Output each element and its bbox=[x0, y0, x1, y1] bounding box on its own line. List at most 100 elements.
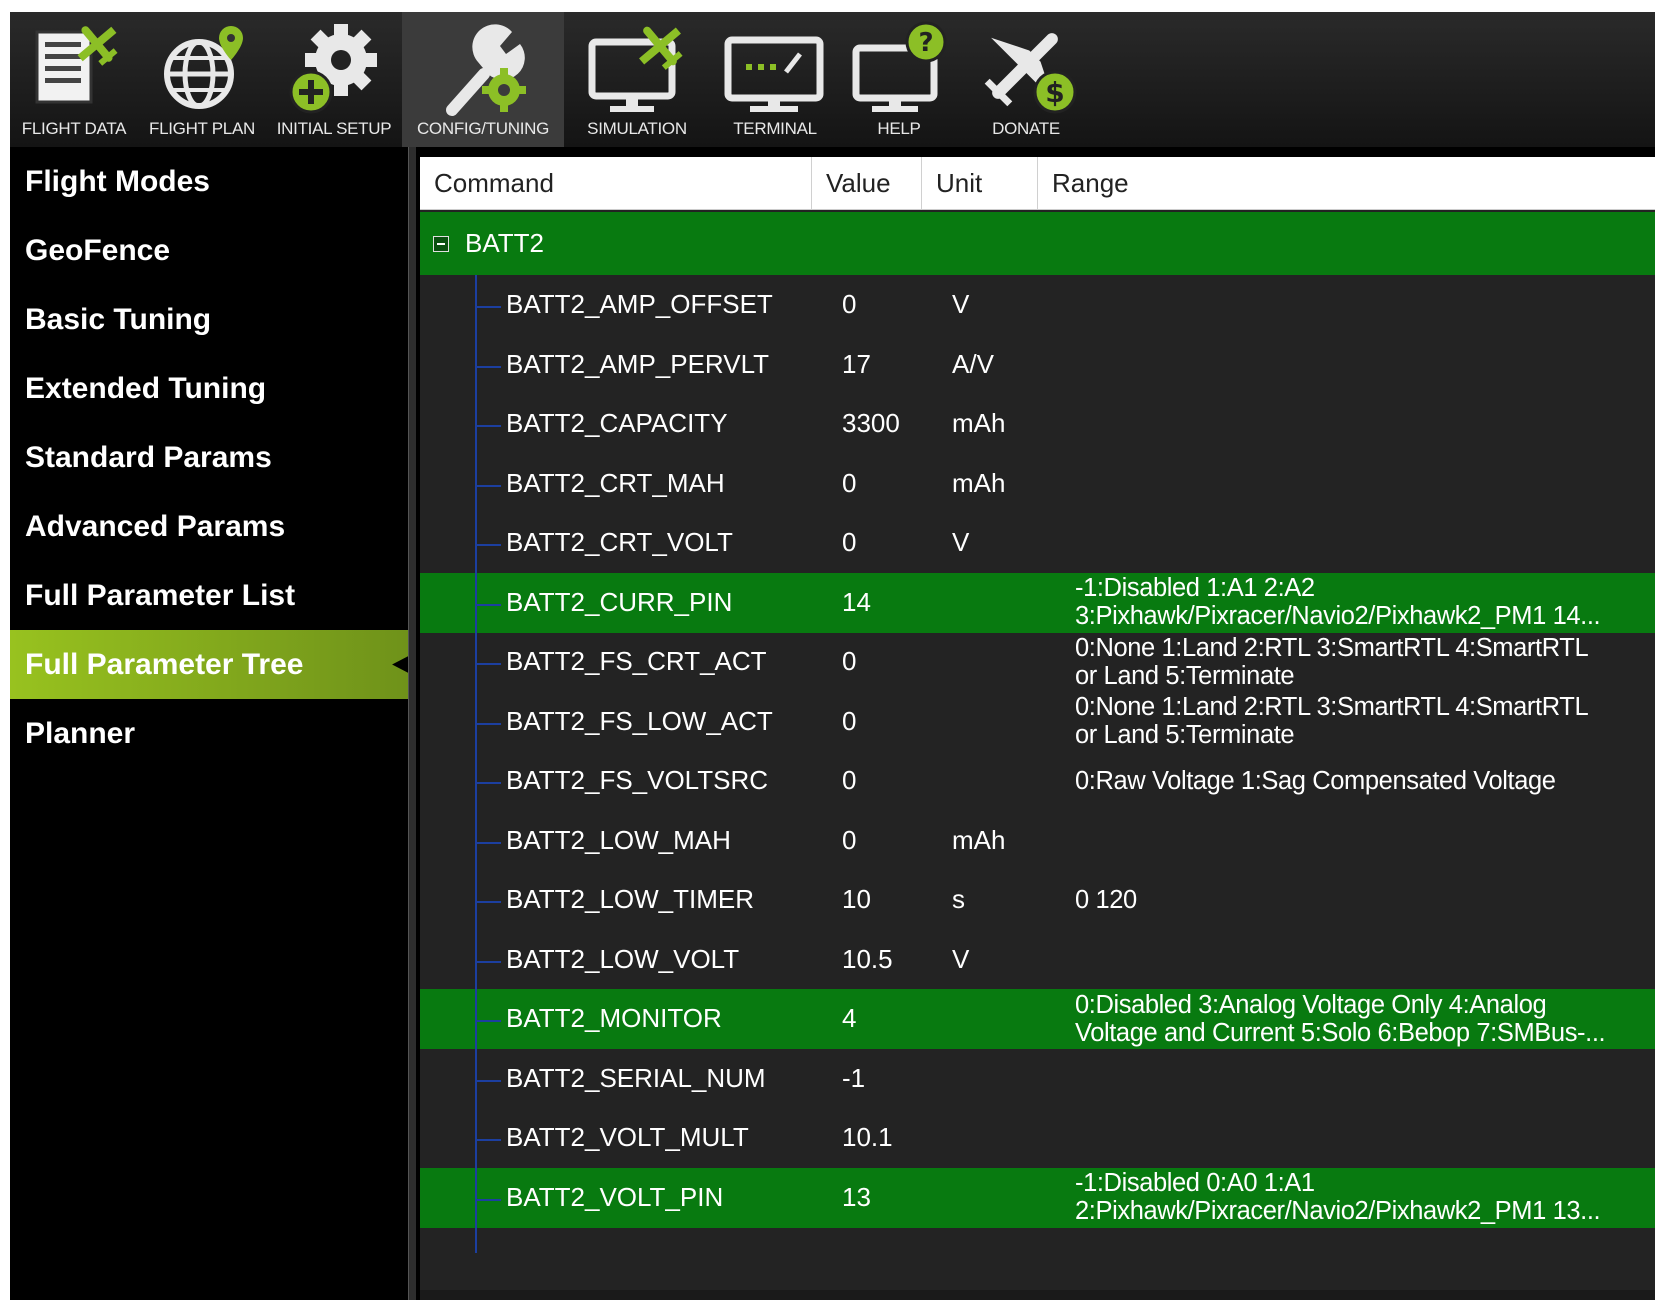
help-icon: ? bbox=[840, 18, 958, 122]
flight-plan-icon bbox=[138, 18, 266, 122]
panel-splitter[interactable] bbox=[408, 147, 416, 1300]
toolbar-simulation[interactable]: SIMULATION bbox=[564, 12, 710, 147]
parameter-row[interactable]: BATT2_SERIAL_NUM -1 bbox=[420, 1049, 1655, 1109]
tree-branch-line bbox=[475, 365, 501, 368]
toolbar-config-tuning[interactable]: CONFIG/TUNING bbox=[402, 12, 564, 147]
parameter-row[interactable]: BATT2_FS_LOW_ACT 0 0:None 1:Land 2:RTL 3:S… bbox=[420, 692, 1655, 752]
param-range bbox=[1075, 335, 1650, 395]
tree-group-row[interactable]: BATT2 bbox=[420, 212, 1655, 275]
param-name: BATT2_AMP_OFFSET bbox=[506, 289, 773, 319]
parameter-row[interactable]: BATT2_FS_CRT_ACT 0 0:None 1:Land 2:RTL 3:S… bbox=[420, 632, 1655, 692]
param-value[interactable]: 10 bbox=[842, 870, 942, 930]
parameter-row[interactable]: BATT2_CRT_VOLT 0 V bbox=[420, 513, 1655, 573]
sidebar-item-advanced-params[interactable]: Advanced Params bbox=[10, 492, 408, 561]
tree-branch-line bbox=[475, 306, 501, 308]
parameter-row[interactable]: BATT2_LOW_MAH 0 mAh bbox=[420, 811, 1655, 871]
toolbar-help[interactable]: ? HELP bbox=[840, 12, 958, 147]
parameter-row[interactable]: BATT2_CRT_MAH 0 mAh bbox=[420, 454, 1655, 514]
param-value[interactable]: 0 bbox=[842, 811, 942, 871]
param-unit: V bbox=[952, 289, 970, 319]
param-unit: V bbox=[952, 527, 970, 557]
toolbar-flight-data[interactable]: FLIGHT DATA bbox=[10, 12, 138, 147]
toolbar-terminal[interactable]: TERMINAL bbox=[710, 12, 840, 147]
tree-branch-line bbox=[475, 1079, 501, 1082]
range-text: 0:None 1:Land 2:RTL 3:SmartRTL 4:SmartRT… bbox=[1075, 633, 1589, 690]
param-range: -1:Disabled 1:A1 2:A2 3:Pixhawk/Pixracer… bbox=[1075, 573, 1650, 633]
param-value[interactable]: 4 bbox=[842, 989, 942, 1049]
sidebar-item-standard-params[interactable]: Standard Params bbox=[10, 423, 408, 492]
param-value[interactable]: 0 bbox=[842, 692, 942, 752]
toolbar-label: FLIGHT DATA bbox=[21, 119, 127, 138]
column-header-value[interactable]: Value bbox=[812, 157, 922, 209]
parameter-row[interactable]: BATT2_AMP_OFFSET 0 V bbox=[420, 275, 1655, 335]
param-value[interactable]: 10.1 bbox=[842, 1108, 942, 1168]
sidebar-item-extended-tuning[interactable]: Extended Tuning bbox=[10, 354, 408, 423]
column-header-command[interactable]: Command bbox=[420, 157, 812, 209]
param-value[interactable]: 0 bbox=[842, 751, 942, 811]
param-value[interactable]: -1 bbox=[842, 1049, 942, 1109]
sidebar-item-basic-tuning[interactable]: Basic Tuning bbox=[10, 285, 408, 354]
parameter-tree-grid: Command Value Unit Range BATT2 BATT2_AMP… bbox=[420, 157, 1655, 1300]
parameter-row[interactable]: BATT2_CAPACITY 3300 mAh bbox=[420, 394, 1655, 454]
simulation-icon bbox=[564, 18, 710, 122]
terminal-icon bbox=[710, 18, 840, 122]
sidebar-item-geofence[interactable]: GeoFence bbox=[10, 216, 408, 285]
sidebar-item-full-parameter-tree[interactable]: Full Parameter Tree bbox=[10, 630, 408, 699]
tree-branch-line bbox=[475, 722, 501, 725]
param-value[interactable]: 3300 bbox=[842, 394, 942, 454]
param-value[interactable]: 0 bbox=[842, 632, 942, 692]
tree-connector-line bbox=[475, 275, 477, 1253]
param-range bbox=[1075, 811, 1650, 871]
param-value[interactable]: 0 bbox=[842, 275, 942, 335]
collapse-icon[interactable] bbox=[433, 236, 449, 252]
toolbar-donate[interactable]: $ DONATE bbox=[958, 12, 1094, 147]
mission-planner-window: FLIGHT DATA FLIGHT PLAN INITIAL SETUP CO… bbox=[10, 12, 1655, 1300]
tree-branch-line bbox=[475, 663, 501, 665]
parameter-row[interactable]: BATT2_CURR_PIN 14 -1:Disabled 1:A1 2:A2 3:… bbox=[420, 572, 1655, 633]
param-range: 0:None 1:Land 2:RTL 3:SmartRTL 4:SmartRT… bbox=[1075, 632, 1650, 692]
grid-header: Command Value Unit Range bbox=[420, 157, 1655, 210]
initial-setup-icon bbox=[266, 18, 402, 122]
donate-icon: $ bbox=[958, 18, 1094, 122]
toolbar-label: SIMULATION bbox=[587, 119, 687, 138]
param-value[interactable]: 0 bbox=[842, 454, 942, 514]
parameter-row[interactable]: BATT2_MONITOR 4 0:Disabled 3:Analog Voltag… bbox=[420, 989, 1655, 1049]
param-range: -1:Disabled 0:A0 1:A1 2:Pixhawk/Pixracer… bbox=[1075, 1168, 1650, 1228]
param-name: BATT2_FS_CRT_ACT bbox=[506, 646, 767, 676]
param-range bbox=[1075, 394, 1650, 454]
parameter-row[interactable]: BATT2_AMP_PERVLT 17 A/V bbox=[420, 335, 1655, 395]
toolbar-flight-plan[interactable]: FLIGHT PLAN bbox=[138, 12, 266, 147]
parameter-row[interactable]: BATT2_VOLT_MULT 10.1 bbox=[420, 1108, 1655, 1168]
param-unit bbox=[952, 1049, 1052, 1109]
param-value[interactable]: 0 bbox=[842, 513, 942, 573]
group-label: BATT2 bbox=[465, 228, 544, 258]
svg-text:?: ? bbox=[918, 28, 933, 58]
tree-branch-line bbox=[475, 425, 501, 427]
param-value[interactable]: 14 bbox=[842, 573, 942, 633]
param-value[interactable]: 10.5 bbox=[842, 930, 942, 990]
param-range bbox=[1075, 1108, 1650, 1168]
param-name: BATT2_FS_LOW_ACT bbox=[506, 705, 773, 736]
tree-branch-line bbox=[475, 782, 501, 784]
param-unit bbox=[952, 632, 1052, 692]
range-text: -1:Disabled 1:A1 2:A2 3:Pixhawk/Pixracer… bbox=[1075, 574, 1601, 631]
column-header-range[interactable]: Range bbox=[1038, 157, 1655, 209]
sidebar-item-full-parameter-list[interactable]: Full Parameter List bbox=[10, 561, 408, 630]
main-toolbar: FLIGHT DATA FLIGHT PLAN INITIAL SETUP CO… bbox=[10, 12, 1655, 147]
param-value[interactable]: 17 bbox=[842, 335, 942, 395]
param-unit bbox=[952, 751, 1052, 811]
toolbar-initial-setup[interactable]: INITIAL SETUP bbox=[266, 12, 402, 147]
parameter-row[interactable]: BATT2_LOW_VOLT 10.5 V bbox=[420, 930, 1655, 990]
sidebar-item-flight-modes[interactable]: Flight Modes bbox=[10, 147, 408, 216]
toolbar-label: HELP bbox=[877, 119, 921, 138]
flight-data-icon bbox=[10, 18, 138, 122]
column-header-unit[interactable]: Unit bbox=[922, 157, 1038, 209]
parameter-row[interactable]: BATT2_LOW_TIMER 10 s 0 120 bbox=[420, 870, 1655, 930]
tree-branch-line bbox=[475, 901, 501, 903]
param-value[interactable]: 13 bbox=[842, 1168, 942, 1228]
sidebar-item-planner[interactable]: Planner bbox=[10, 699, 408, 768]
parameter-row[interactable]: BATT2_FS_VOLTSRC 0 0:Raw Voltage 1:Sag Com… bbox=[420, 751, 1655, 811]
parameter-row[interactable]: BATT2_VOLT_PIN 13 -1:Disabled 0:A0 1:A1 2:… bbox=[420, 1167, 1655, 1228]
param-range bbox=[1075, 275, 1650, 335]
param-name: BATT2_CRT_VOLT bbox=[506, 527, 733, 557]
